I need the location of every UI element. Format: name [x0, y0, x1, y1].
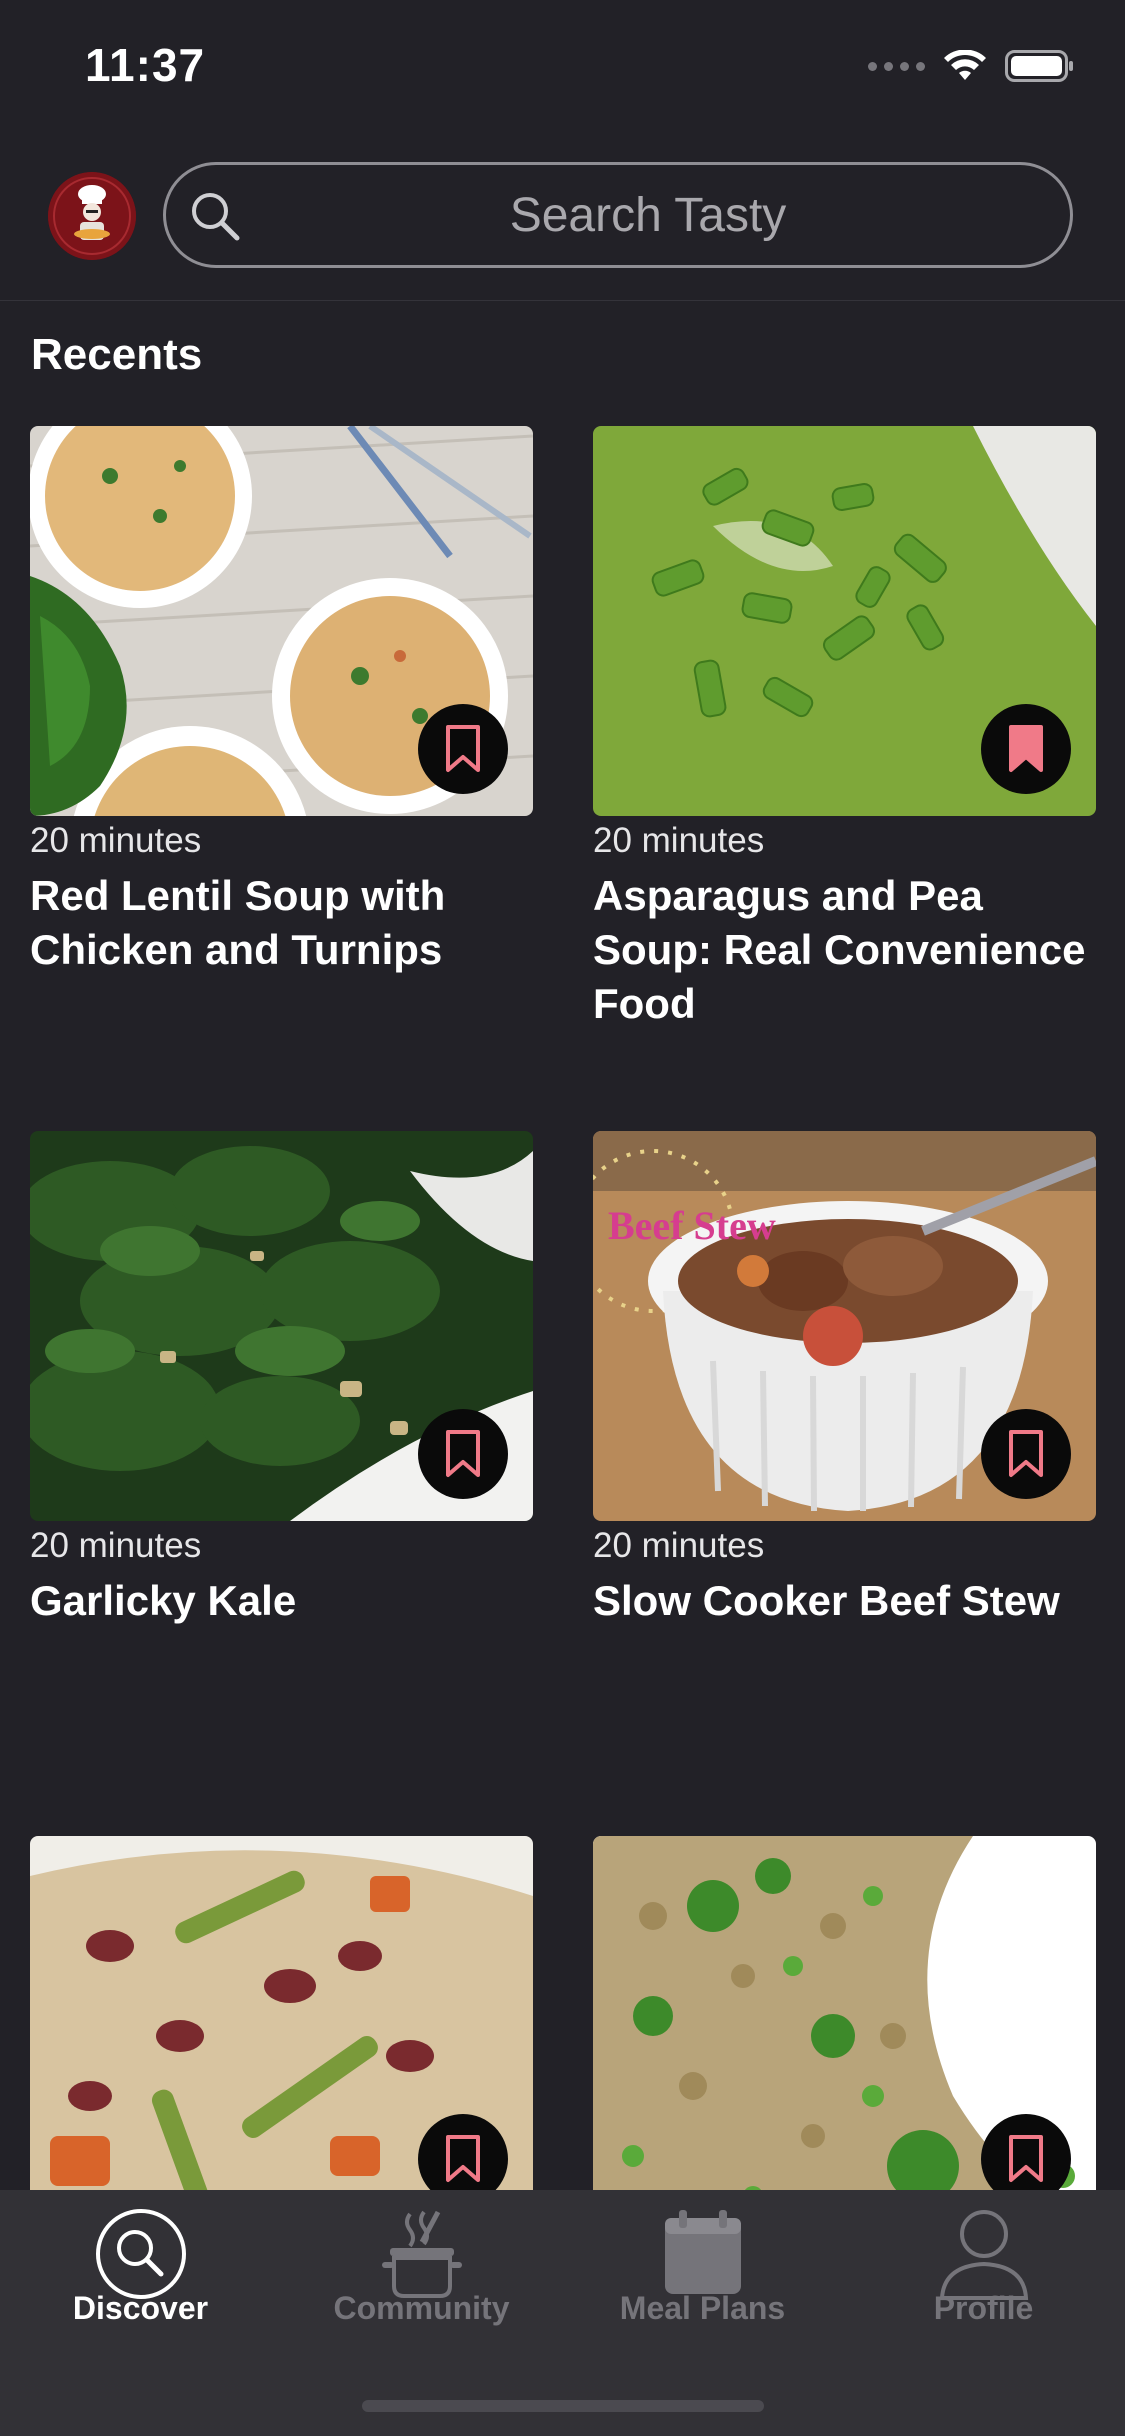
recipe-image[interactable] — [593, 1836, 1096, 2190]
recipe-image[interactable] — [30, 1131, 533, 1521]
section-title: Recents — [31, 330, 203, 379]
recipe-time: 20 minutes — [30, 821, 202, 860]
recipe-image[interactable]: Beef Stew — [593, 1131, 1096, 1521]
recipe-card[interactable] — [593, 1836, 1096, 2190]
tab-label: Discover — [72, 2290, 209, 2326]
tab-label: Community — [333, 2290, 510, 2326]
recipe-card[interactable]: 20 minutes Red Lentil Soup with Chicken … — [30, 426, 533, 977]
person-icon — [939, 2210, 1028, 2300]
tab-meal-plans[interactable]: Meal Plans — [562, 2190, 843, 2380]
recipe-card[interactable]: 20 minutes Asparagus and Pea Soup: Real … — [593, 426, 1096, 1031]
bookmark-button[interactable] — [418, 1409, 508, 1499]
tab-discover[interactable]: Discover — [0, 2190, 281, 2380]
recipe-time: 20 minutes — [30, 1526, 202, 1565]
calendar-icon — [664, 2210, 741, 2294]
recipe-card[interactable]: 20 minutes Garlicky Kale — [30, 1131, 533, 1628]
bookmark-button[interactable] — [418, 704, 508, 794]
recipe-grid: Recents 20 minutes Red Lentil Soup with … — [0, 0, 1125, 2190]
cooking-pot-icon — [381, 2210, 462, 2298]
recipe-image[interactable] — [30, 426, 533, 816]
bookmark-icon — [1009, 1430, 1043, 1477]
home-indicator — [362, 2400, 764, 2412]
tab-profile[interactable]: Profile — [843, 2190, 1124, 2380]
svg-text:Beef Stew: Beef Stew — [608, 1203, 776, 1248]
recipe-image[interactable] — [593, 426, 1096, 816]
tab-label: Profile — [933, 2290, 1034, 2326]
bookmark-icon — [446, 725, 480, 772]
bookmark-button[interactable] — [981, 704, 1071, 794]
recipe-title: Slow Cooker Beef Stew — [593, 1577, 1060, 1624]
recipe-title: Red Lentil Soup with Chicken and Turnips — [30, 872, 446, 973]
bookmark-filled-icon — [1009, 725, 1043, 772]
recipe-card[interactable] — [30, 1836, 533, 2190]
bookmark-icon — [446, 1430, 480, 1477]
tab-community[interactable]: Community — [281, 2190, 562, 2380]
bookmark-button[interactable] — [981, 1409, 1071, 1499]
bookmark-icon — [446, 2135, 480, 2182]
recipe-image[interactable] — [30, 1836, 533, 2190]
tab-label: Meal Plans — [619, 2290, 786, 2326]
recipe-time: 20 minutes — [593, 821, 765, 860]
search-icon — [95, 2209, 186, 2299]
recipe-title: Asparagus and Pea Soup: Real Convenience… — [593, 872, 1086, 1027]
bookmark-icon — [1009, 2135, 1043, 2182]
recipe-time: 20 minutes — [593, 1526, 765, 1565]
recipe-card[interactable]: Beef Stew 20 minutes Slow Cooker Beef St… — [593, 1131, 1096, 1628]
recipe-title: Garlicky Kale — [30, 1577, 297, 1624]
